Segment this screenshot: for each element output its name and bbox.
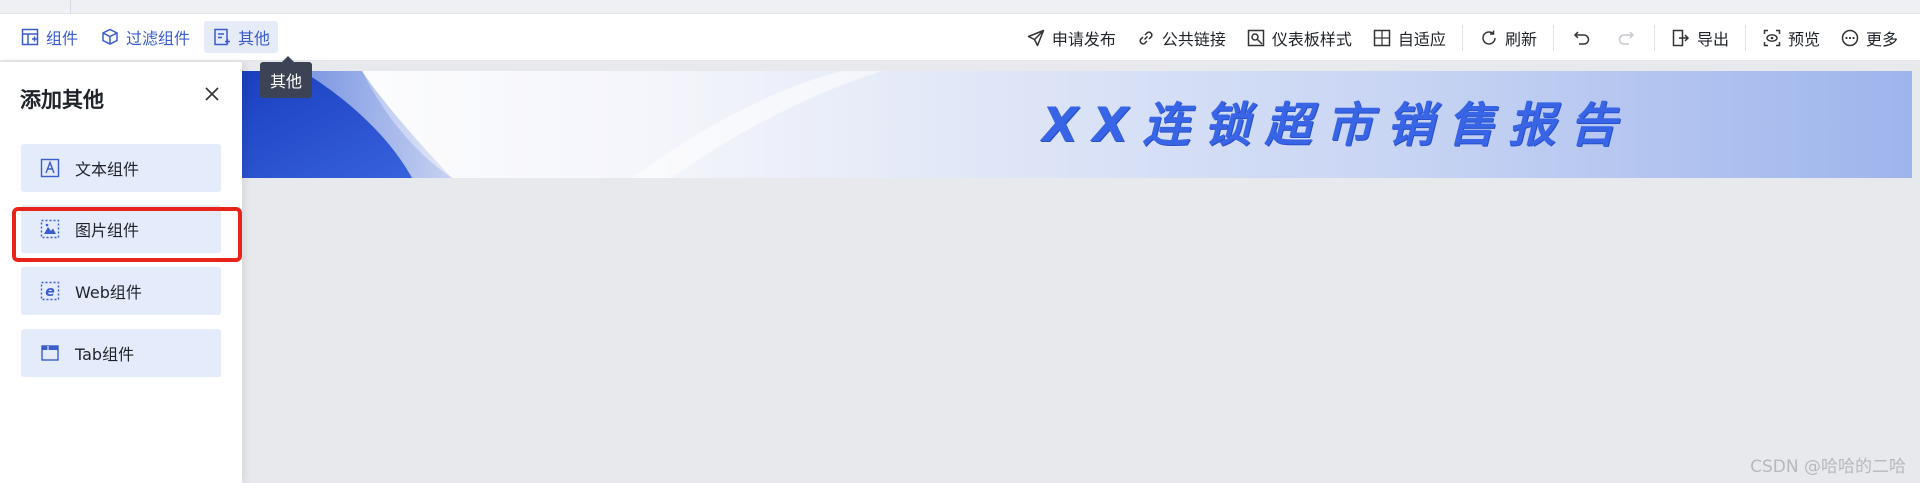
top-strip: [0, 0, 1920, 14]
strip-divider: [70, 0, 71, 14]
more-label: 更多: [1865, 29, 1898, 49]
image-component-label: 图片组件: [75, 221, 140, 240]
other-doc-icon: [212, 27, 232, 47]
tab-component-label: Tab组件: [75, 345, 135, 364]
tab-filter-components[interactable]: 过滤组件: [92, 21, 198, 53]
toolbar-divider: [1744, 24, 1746, 51]
text-component-label: 文本组件: [75, 160, 140, 179]
preview-icon: [1762, 28, 1782, 48]
tooltip-other: 其他: [260, 56, 313, 98]
refresh-label: 刷新: [1504, 29, 1537, 49]
text-component-item[interactable]: 文本组件: [21, 144, 221, 192]
banner-title: XX连锁超市销售报告: [1042, 97, 1631, 153]
more-icon: [1840, 28, 1860, 48]
public-link-button[interactable]: 公共链接: [1126, 22, 1236, 54]
undo-icon: [1572, 28, 1592, 48]
tab-components[interactable]: 组件: [12, 21, 86, 53]
report-banner[interactable]: XX连锁超市销售报告: [242, 71, 1912, 178]
adaptive-label: 自适应: [1397, 29, 1446, 49]
export-label: 导出: [1696, 29, 1729, 49]
close-icon: [204, 86, 220, 106]
toolbar-tabs: 组件 过滤组件 其他: [0, 14, 284, 60]
text-component-icon: [39, 157, 61, 179]
web-component-icon: e: [39, 280, 61, 302]
adaptive-button[interactable]: 自适应: [1362, 22, 1456, 54]
more-button[interactable]: 更多: [1830, 22, 1908, 54]
web-component-label: Web组件: [75, 283, 142, 302]
dashboard-style-label: 仪表板样式: [1271, 29, 1352, 49]
public-link-label: 公共链接: [1161, 29, 1226, 49]
export-icon: [1671, 28, 1691, 48]
refresh-button[interactable]: 刷新: [1469, 22, 1547, 54]
toolbar-divider: [1461, 24, 1463, 51]
component-icon: [20, 27, 40, 47]
add-other-panel: 添加其他 文本组件 图片组件 e Web组件 Tab组件: [0, 62, 242, 483]
panel-title: 添加其他: [20, 88, 104, 112]
web-component-item[interactable]: e Web组件: [21, 267, 221, 315]
apply-publish-button[interactable]: 申请发布: [1016, 22, 1126, 54]
send-icon: [1026, 28, 1046, 48]
toolbar-divider: [1552, 24, 1554, 51]
preview-button[interactable]: 预览: [1752, 22, 1830, 54]
tab-component-item[interactable]: Tab组件: [21, 329, 221, 377]
preview-label: 预览: [1787, 29, 1820, 49]
filter-cube-icon: [100, 27, 120, 47]
image-component-item[interactable]: 图片组件: [21, 205, 221, 253]
tab-component-icon: [39, 342, 61, 364]
export-button[interactable]: 导出: [1661, 22, 1739, 54]
watermark: CSDN @哈哈的二哈: [1750, 457, 1906, 477]
dashboard-style-icon: [1246, 28, 1266, 48]
svg-text:e: e: [45, 284, 55, 300]
toolbar-actions: 申请发布 公共链接 仪表板样式 自适应 刷新 导出 预览 更多: [1016, 14, 1920, 61]
link-icon: [1136, 28, 1156, 48]
toolbar: 组件 过滤组件 其他 申请发布 公共链接 仪表板样式 自适应 刷新 导出 预览 …: [0, 14, 1920, 61]
image-component-icon: [39, 218, 61, 240]
dashboard-style-button[interactable]: 仪表板样式: [1236, 22, 1362, 54]
refresh-icon: [1479, 28, 1499, 48]
redo-button[interactable]: [1604, 22, 1648, 54]
tab-other[interactable]: 其他: [204, 21, 279, 53]
close-panel-button[interactable]: [200, 84, 224, 108]
adaptive-icon: [1372, 28, 1392, 48]
dashboard-canvas[interactable]: XX连锁超市销售报告: [242, 62, 1920, 483]
undo-button[interactable]: [1560, 22, 1604, 54]
tab-components-label: 组件: [46, 29, 79, 48]
tab-other-label: 其他: [238, 29, 271, 48]
toolbar-divider: [1653, 24, 1655, 51]
redo-icon: [1616, 28, 1636, 48]
apply-publish-label: 申请发布: [1051, 29, 1116, 49]
tab-filter-components-label: 过滤组件: [126, 29, 191, 48]
